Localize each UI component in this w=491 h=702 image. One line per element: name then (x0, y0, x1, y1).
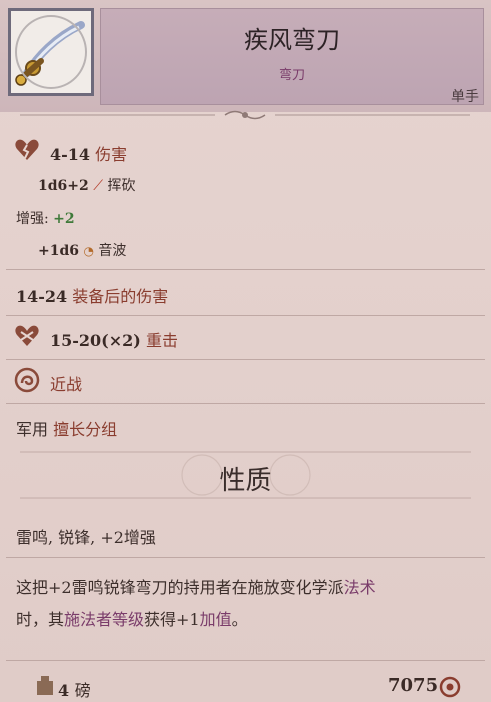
bonus-damage-row: +1d6 ◔ 音波 (38, 240, 126, 260)
caster-level-link[interactable]: 施法者等级 (64, 610, 144, 629)
critical-label[interactable]: 重击 (146, 331, 178, 350)
description-text: 这把+2雷鸣锐锋弯刀的持用者在施放变化学派法术时，其施法者等级获得+1加值。 (16, 572, 478, 636)
spell-link[interactable]: 法术 (344, 578, 376, 597)
enhance-label: 增强: (16, 211, 49, 227)
equipped-damage-row: 14-24 装备后的伤害 (16, 283, 168, 307)
damage-label[interactable]: 伤害 (95, 145, 127, 164)
enhance-row: 增强: +2 (16, 208, 75, 228)
divider (6, 660, 485, 661)
handedness: 单手 (451, 89, 479, 105)
coin-icon (439, 676, 461, 702)
proficiency-row: 军用 擅长分组 (16, 416, 117, 440)
bonus-dice: +1d6 (38, 243, 80, 259)
properties-heading: 性质 (219, 466, 272, 496)
equipped-range: 14-24 (16, 287, 68, 306)
damage-dice-row: 1d6+2 ⟋ 挥砍 (38, 175, 135, 195)
attack-type[interactable]: 近战 (50, 375, 82, 394)
damage-dice: 1d6+2 (38, 178, 89, 194)
description-part-2: 时，其 (16, 610, 65, 629)
scimitar-icon (15, 21, 85, 86)
description-part-1: 这把+2雷鸣锐锋弯刀的持用者在施放变化学派 (16, 578, 344, 597)
damage-type[interactable]: 挥砍 (107, 178, 135, 194)
bonus-link[interactable]: 加值 (200, 610, 232, 629)
melee-icon (14, 367, 40, 397)
description-part-3: 获得+1 (144, 610, 200, 629)
weight-value: 4 (58, 681, 70, 700)
item-type: 弯刀 (278, 68, 305, 83)
weight: 4 磅 (58, 677, 91, 701)
divider (6, 557, 485, 558)
proficiency-label: 军用 (16, 420, 49, 439)
divider (6, 269, 485, 270)
description-part-4: 。 (231, 610, 248, 629)
damage-row: 4-14 伤害 (50, 141, 127, 165)
divider (6, 359, 485, 360)
equipped-label[interactable]: 装备后的伤害 (72, 287, 168, 306)
critical-heart-icon (14, 324, 40, 352)
bonus-type[interactable]: 音波 (98, 243, 126, 259)
divider (6, 403, 485, 404)
damage-range: 4-14 (50, 145, 91, 164)
critical-row: 15-20(×2) 重击 (50, 327, 178, 351)
item-portrait[interactable] (8, 8, 94, 96)
properties-row: 雷鸣, 锐锋, +2增强 (16, 524, 156, 548)
slash-icon: ⟋ (93, 178, 104, 194)
header-divider-ornament (20, 110, 470, 120)
broken-heart-icon (14, 138, 40, 166)
item-name: 疾风弯刀 (244, 26, 340, 54)
weight-unit: 磅 (74, 681, 91, 700)
price-value: 7075 (388, 675, 439, 696)
enhance-value: +2 (53, 211, 75, 227)
attack-type-row: 近战 (50, 371, 82, 395)
properties-text: 雷鸣, 锐锋, +2增强 (16, 528, 156, 547)
divider (6, 315, 485, 316)
critical-range: 15-20(×2) (50, 331, 141, 350)
item-tooltip-card: 疾风弯刀 弯刀 单手 4-14 伤害 1d6+2 ⟋ 挥砍 增强: +2 +1d… (0, 0, 491, 702)
sonic-icon: ◔ (83, 244, 94, 258)
weight-icon (34, 674, 56, 700)
proficiency-group[interactable]: 擅长分组 (53, 420, 117, 439)
